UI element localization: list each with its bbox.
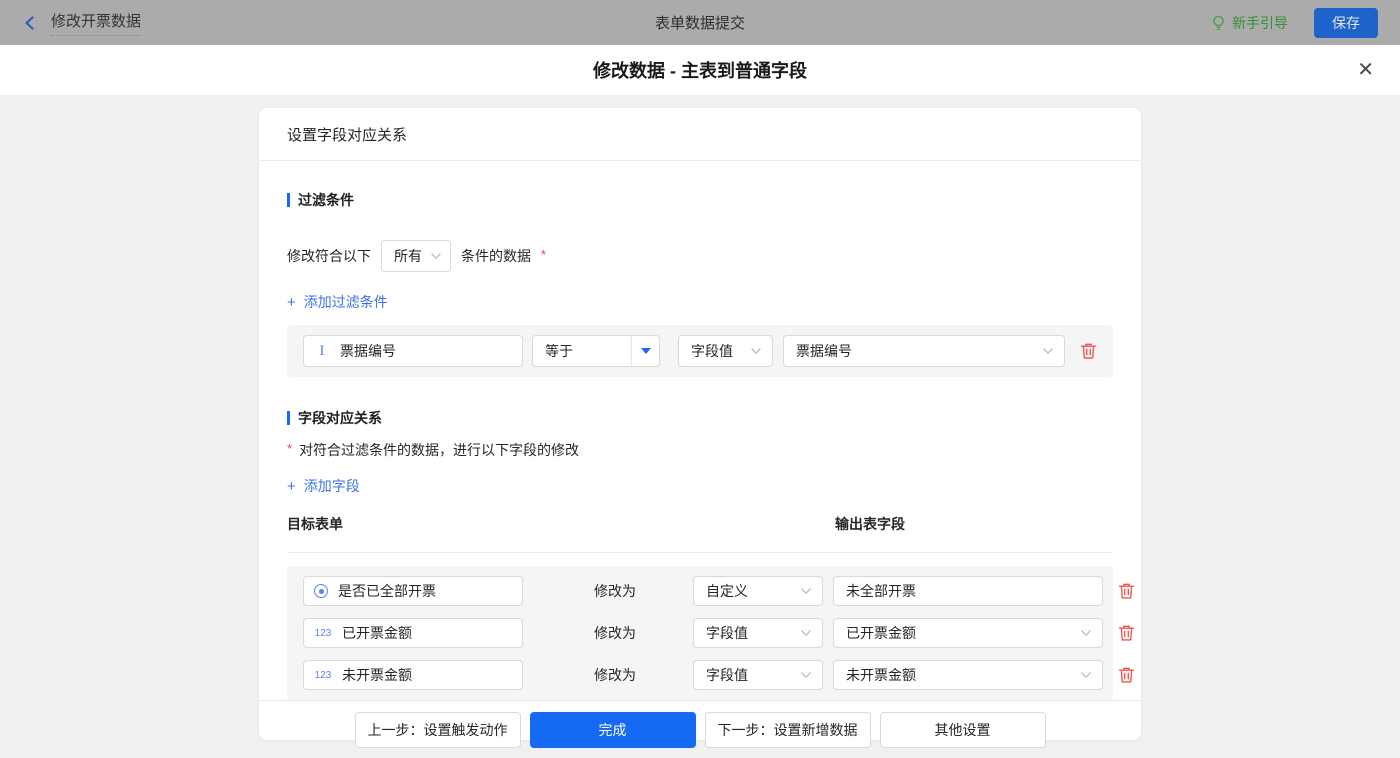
other-settings-button[interactable]: 其他设置	[880, 712, 1046, 748]
save-button[interactable]: 保存	[1314, 8, 1378, 38]
delete-row-trash-icon[interactable]	[1117, 582, 1135, 600]
value-type-select[interactable]: 字段值	[693, 618, 823, 648]
mapping-description: * 对符合过滤条件的数据，进行以下字段的修改	[287, 440, 1113, 460]
mapping-rows-panel: 是否已全部开票 修改为 自定义 123 已开票	[287, 566, 1113, 700]
number-field-icon: 123	[314, 670, 332, 681]
mapping-column-header: 目标表单 输出表字段	[287, 514, 1113, 553]
mapping-row: 123 未开票金额 修改为 字段值 未开票金额	[303, 660, 1097, 690]
beginner-guide-link[interactable]: 新手引导	[1211, 13, 1288, 33]
value-type-value: 字段值	[691, 341, 733, 361]
radio-field-icon	[314, 584, 328, 598]
output-field-select[interactable]: 已开票金额	[833, 618, 1103, 648]
target-field-box[interactable]: 123 未开票金额	[303, 660, 523, 690]
operator-select[interactable]: 等于	[532, 335, 660, 367]
number-field-icon: 123	[314, 628, 332, 639]
plus-icon: +	[287, 294, 296, 311]
modify-to-label: 修改为	[587, 665, 643, 685]
chevron-down-icon	[1080, 627, 1092, 639]
match-suffix-label: 条件的数据	[461, 246, 531, 266]
target-field-label: 是否已全部开票	[338, 581, 436, 601]
chevron-down-icon	[800, 627, 812, 639]
mapping-section-title: 字段对应关系	[287, 408, 1113, 428]
operator-value: 等于	[533, 336, 631, 366]
triangle-down-icon	[641, 348, 651, 354]
delete-row-trash-icon[interactable]	[1117, 624, 1135, 642]
target-field-label: 未开票金额	[342, 665, 412, 685]
filter-field-label: 票据编号	[340, 341, 396, 361]
dialog-header: 修改数据 - 主表到普通字段 ✕	[0, 45, 1400, 95]
chevron-down-icon	[1080, 669, 1092, 681]
chevron-down-icon	[800, 585, 812, 597]
filter-value-label: 票据编号	[796, 341, 852, 361]
done-button[interactable]: 完成	[530, 712, 696, 748]
output-field-select[interactable]: 未开票金额	[833, 660, 1103, 690]
dialog-title: 修改数据 - 主表到普通字段	[593, 57, 807, 83]
page-title: 表单数据提交	[0, 12, 1400, 33]
top-bar: 修改开票数据 表单数据提交 新手引导 保存	[0, 0, 1400, 45]
column-output-field: 输出表字段	[835, 514, 905, 534]
custom-value-input[interactable]	[833, 576, 1103, 606]
operator-arrow-section[interactable]	[631, 336, 659, 366]
mapping-row: 123 已开票金额 修改为 字段值 已开票金额	[303, 618, 1097, 648]
column-target-form: 目标表单	[287, 514, 835, 534]
match-prefix-label: 修改符合以下	[287, 246, 371, 266]
text-field-icon: I	[314, 343, 330, 360]
value-type-select[interactable]: 字段值	[693, 660, 823, 690]
add-filter-condition-link[interactable]: + 添加过滤条件	[287, 292, 388, 312]
value-type-select[interactable]: 自定义	[693, 576, 823, 606]
section-bar	[287, 193, 290, 207]
plus-icon: +	[287, 478, 296, 495]
filter-section-title: 过滤条件	[287, 190, 1113, 210]
filter-field-box[interactable]: I 票据编号	[303, 335, 523, 367]
card-header-title: 设置字段对应关系	[259, 108, 1141, 161]
modify-to-label: 修改为	[587, 623, 643, 643]
chevron-down-icon	[430, 250, 442, 262]
filter-condition-panel: I 票据编号 等于 字段值 票据编号	[287, 325, 1113, 377]
match-mode-select[interactable]: 所有	[381, 240, 451, 272]
card-footer: 上一步：设置触发动作 完成 下一步：设置新增数据 其他设置	[259, 700, 1141, 758]
lightbulb-icon	[1211, 15, 1226, 31]
target-field-label: 已开票金额	[342, 623, 412, 643]
value-type-select[interactable]: 字段值	[678, 335, 773, 367]
back-chevron-icon[interactable]	[22, 15, 38, 31]
close-icon[interactable]: ✕	[1357, 60, 1374, 80]
next-step-button[interactable]: 下一步：设置新增数据	[705, 712, 871, 748]
filter-condition-row: I 票据编号 等于 字段值 票据编号	[303, 335, 1097, 367]
delete-row-trash-icon[interactable]	[1117, 666, 1135, 684]
prev-step-button[interactable]: 上一步：设置触发动作	[355, 712, 521, 748]
target-field-box[interactable]: 123 已开票金额	[303, 618, 523, 648]
chevron-down-icon	[800, 669, 812, 681]
modify-to-label: 修改为	[587, 581, 643, 601]
section-bar	[287, 411, 290, 425]
target-field-box[interactable]: 是否已全部开票	[303, 576, 523, 606]
beginner-guide-label: 新手引导	[1232, 13, 1288, 33]
settings-card: 设置字段对应关系 过滤条件 修改符合以下 所有 条件的数据 * + 添加过滤条件	[259, 108, 1141, 740]
workflow-name[interactable]: 修改开票数据	[51, 10, 141, 36]
chevron-down-icon	[1042, 345, 1054, 357]
add-field-link[interactable]: + 添加字段	[287, 476, 360, 496]
delete-condition-trash-icon[interactable]	[1079, 342, 1097, 360]
mapping-row: 是否已全部开票 修改为 自定义	[303, 576, 1097, 606]
match-mode-value: 所有	[394, 246, 422, 266]
filter-value-select[interactable]: 票据编号	[783, 335, 1065, 367]
back-nav[interactable]: 修改开票数据	[22, 10, 141, 36]
chevron-down-icon	[750, 345, 762, 357]
modal-body: 设置字段对应关系 过滤条件 修改符合以下 所有 条件的数据 * + 添加过滤条件	[0, 95, 1400, 755]
required-mark: *	[541, 247, 546, 262]
required-mark: *	[287, 441, 292, 456]
